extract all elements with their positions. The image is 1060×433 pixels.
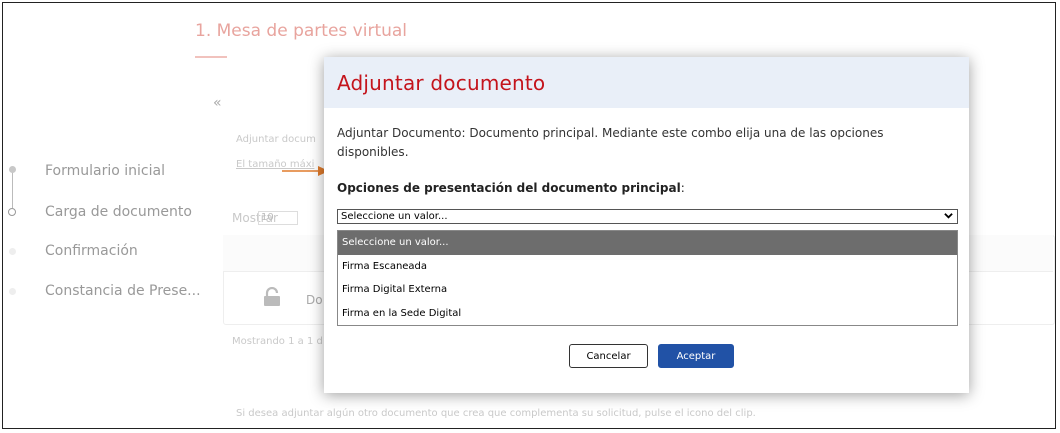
- options-label-text: Opciones de presentación del documento p…: [337, 181, 681, 195]
- modal-title: Adjuntar documento: [337, 70, 546, 95]
- modal-description: Adjuntar Documento: Documento principal.…: [337, 126, 884, 159]
- attach-document-modal: Adjuntar documento Adjuntar Documento: D…: [324, 57, 969, 393]
- chevron-down-icon: [944, 213, 953, 219]
- table-row-document: Do: [306, 293, 323, 307]
- footer-hint: Si desea adjuntar algún otro documento q…: [236, 408, 756, 419]
- lock-icon: [264, 287, 280, 306]
- collapse-sidebar-button[interactable]: «: [213, 95, 222, 111]
- step-dot-1: [9, 166, 16, 173]
- select-current-value: Seleccione un valor...: [341, 211, 448, 222]
- dropdown-option-seleccione[interactable]: Seleccione un valor...: [338, 231, 957, 255]
- step-constancia[interactable]: Constancia de Prese...: [45, 283, 201, 299]
- step-formulario-inicial[interactable]: Formulario inicial: [45, 163, 165, 179]
- step-dot-4: [9, 288, 16, 295]
- show-entries-select[interactable]: 10: [258, 211, 298, 225]
- hint-adjuntar: Adjuntar docum: [236, 134, 316, 145]
- steps-connector: [12, 168, 13, 208]
- showing-entries-text: Mostrando 1 a 1 d: [232, 336, 323, 347]
- page-title: 1. Mesa de partes virtual: [195, 21, 408, 41]
- step-dot-3: [9, 248, 16, 255]
- modal-header: Adjuntar documento: [324, 57, 969, 108]
- dropdown-option-firma-escaneada[interactable]: Firma Escaneada: [338, 255, 957, 279]
- dropdown-option-firma-sede-digital[interactable]: Firma en la Sede Digital: [338, 302, 957, 326]
- step-confirmacion[interactable]: Confirmación: [45, 243, 138, 259]
- step-carga-documento[interactable]: Carga de documento: [45, 204, 192, 220]
- step-dot-2: [8, 208, 16, 216]
- dropdown-option-firma-digital-externa[interactable]: Firma Digital Externa: [338, 278, 957, 302]
- options-label-colon: :: [680, 181, 685, 195]
- select-dropdown-list: Seleccione un valor... Firma Escaneada F…: [337, 230, 958, 326]
- accept-button[interactable]: Aceptar: [658, 344, 734, 368]
- presentation-options-select[interactable]: Seleccione un valor...: [337, 209, 958, 224]
- screen-frame: 1. Mesa de partes virtual « Adjuntar doc…: [2, 2, 1056, 429]
- options-label: Opciones de presentación del documento p…: [337, 181, 685, 195]
- title-underline: [195, 56, 227, 58]
- annotation-arrow-icon: [282, 166, 329, 176]
- cancel-button[interactable]: Cancelar: [569, 344, 648, 368]
